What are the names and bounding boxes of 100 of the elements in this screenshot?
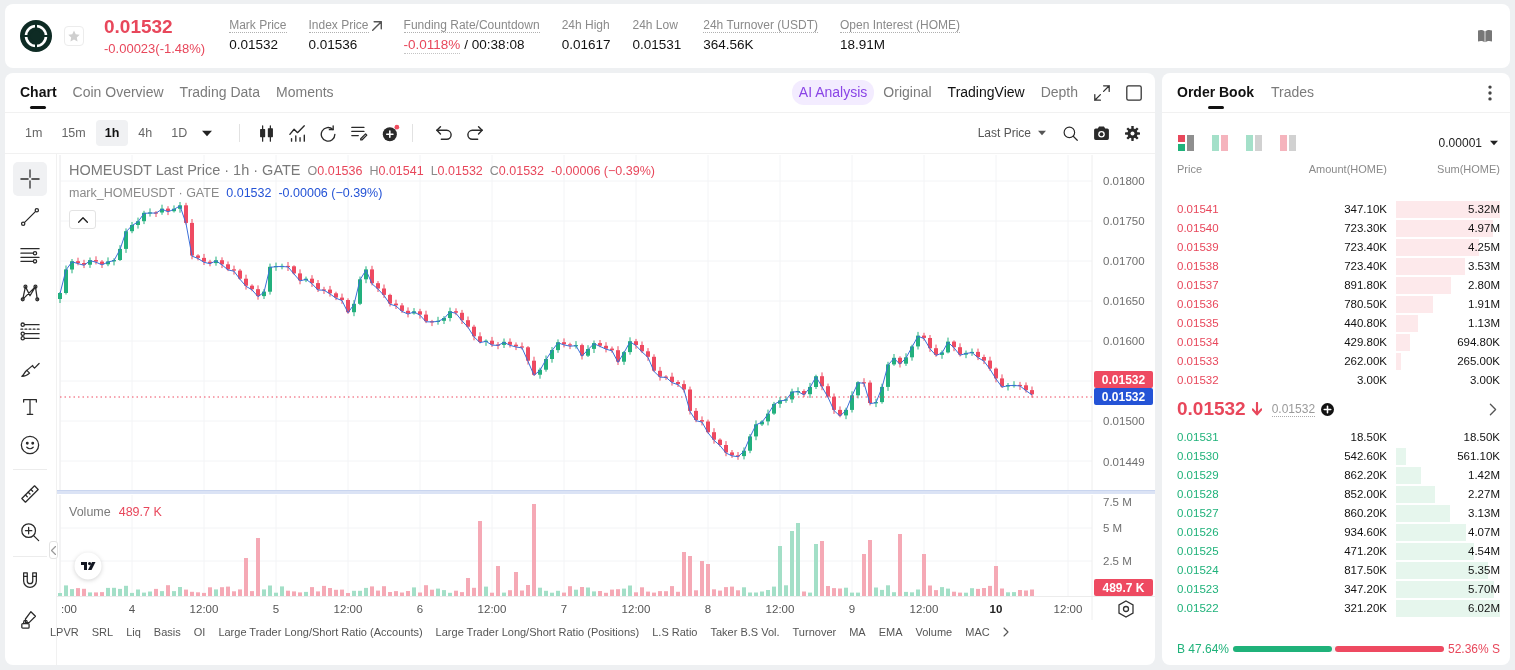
indicator-tab[interactable]: Turnover (792, 623, 837, 641)
rising-candle (214, 256, 218, 267)
bid-price[interactable]: 0.01529 (1177, 466, 1258, 485)
ask-price[interactable]: 0.01540 (1177, 219, 1258, 238)
indicator-tab[interactable]: Liq (126, 623, 141, 641)
columns-icon[interactable] (1178, 135, 1194, 151)
falling-candle (1024, 381, 1028, 394)
chevron-right-icon[interactable] (1489, 402, 1497, 416)
ask-price[interactable]: 0.01538 (1177, 257, 1258, 276)
collapse-legend-button[interactable] (69, 210, 96, 229)
falling-candle (520, 342, 524, 350)
collapse-handle[interactable] (49, 541, 58, 559)
bid-price[interactable]: 0.01530 (1177, 447, 1258, 466)
bid-price[interactable]: 0.01527 (1177, 504, 1258, 523)
book-icon[interactable] (1478, 29, 1492, 43)
chart-tab[interactable]: Moments (276, 73, 334, 112)
ai-analysis-tab[interactable]: AI Analysis (791, 80, 875, 105)
indicator-tab[interactable]: Large Trader Long/Short Ratio (Accounts) (218, 623, 423, 641)
rising-candle (808, 382, 812, 399)
interval-button[interactable]: 1m (16, 120, 52, 146)
bid-price[interactable]: 0.01524 (1177, 561, 1258, 580)
indicators-icon[interactable] (289, 124, 307, 142)
indicator-tab[interactable]: SRL (91, 623, 114, 641)
redo-icon[interactable] (466, 125, 483, 141)
chart-tab[interactable]: Coin Overview (72, 73, 164, 112)
interval-button[interactable]: 4h (129, 120, 162, 146)
ask-price[interactable]: 0.01541 (1177, 200, 1258, 219)
view-tab[interactable]: Depth (1040, 82, 1078, 103)
search-icon[interactable] (1063, 125, 1078, 141)
view-tab[interactable]: TradingView (947, 82, 1025, 103)
ask-price[interactable]: 0.01537 (1177, 276, 1258, 295)
ask-price[interactable]: 0.01536 (1177, 295, 1258, 314)
indicator-tab[interactable]: LPVR (50, 623, 79, 641)
ruler-icon[interactable] (20, 484, 40, 504)
indicator-tab[interactable]: Basis (153, 623, 181, 641)
interval-button[interactable]: 1D (162, 120, 197, 146)
depth-bar (1396, 448, 1406, 465)
indicator-tab[interactable]: MAC (965, 623, 990, 641)
bid-price[interactable]: 0.01522 (1177, 599, 1258, 618)
rising-candle (274, 262, 278, 272)
link-arrow-icon[interactable] (371, 20, 382, 31)
indicator-tab[interactable]: Taker B.S Vol. (710, 623, 780, 641)
bid-price[interactable]: 0.01525 (1177, 542, 1258, 561)
selected-tool-button[interactable] (13, 162, 47, 196)
bid-price[interactable]: 0.01523 (1177, 580, 1258, 599)
ask-price[interactable]: 0.01539 (1177, 238, 1258, 257)
camera-icon[interactable] (1094, 126, 1109, 140)
chart-tab[interactable]: Chart (20, 73, 57, 112)
candles-icon[interactable] (258, 124, 276, 142)
indicator-tab[interactable]: Large Trader Long/Short Ratio (Positions) (435, 623, 640, 641)
more-icon[interactable] (1488, 84, 1492, 101)
indicator-tab[interactable]: OI (193, 623, 206, 641)
column-header: Price (1177, 161, 1204, 177)
ask-price[interactable]: 0.01535 (1177, 314, 1258, 333)
falling-candle (724, 440, 728, 457)
expand-icon[interactable] (1094, 84, 1110, 101)
indicator-tab[interactable]: L.S Ratio (652, 623, 698, 641)
smiley-icon[interactable] (20, 435, 40, 455)
settings-icon[interactable] (1118, 600, 1134, 618)
indicator-tab[interactable]: Volume (915, 623, 953, 641)
replay-icon[interactable] (320, 124, 338, 142)
zoom-in-icon[interactable] (20, 522, 40, 542)
plus-circle-icon[interactable] (1321, 402, 1335, 416)
falling-candle (196, 253, 200, 261)
indicator-tab[interactable]: EMA (878, 623, 903, 641)
square-icon[interactable] (1126, 84, 1142, 101)
template-icon[interactable] (351, 124, 369, 142)
indicator-tab[interactable]: MA (849, 623, 866, 641)
pattern-icon[interactable] (20, 283, 40, 303)
bid-price[interactable]: 0.01528 (1177, 485, 1258, 504)
precision-dropdown[interactable]: 0.00001 (1438, 134, 1498, 152)
fib-lines-icon[interactable] (20, 321, 40, 341)
stat-label: 24h Low (632, 18, 678, 33)
trend-line-icon[interactable] (20, 207, 40, 227)
price-source-dropdown[interactable]: Last Price (977, 124, 1046, 142)
add-indicator-icon[interactable] (381, 124, 400, 142)
falling-candle (658, 366, 662, 382)
view-tab[interactable]: Original (883, 82, 932, 103)
caret-down-icon[interactable] (202, 129, 213, 137)
chart-tab[interactable]: Trading Data (179, 73, 260, 112)
volume-axis-label: 7.5 M (1103, 496, 1132, 508)
interval-button[interactable]: 1h (95, 120, 129, 146)
settings-icon[interactable] (1125, 125, 1140, 141)
magnet-icon[interactable] (20, 571, 40, 591)
interval-button[interactable]: 15m (52, 120, 95, 146)
ask-price[interactable]: 0.01533 (1177, 352, 1258, 371)
undo-icon[interactable] (435, 125, 452, 141)
bid-price[interactable]: 0.01526 (1177, 523, 1258, 542)
falling-candle (526, 345, 530, 366)
order-book-tab[interactable]: Trades (1271, 73, 1315, 112)
bid-price[interactable]: 0.01531 (1177, 428, 1258, 447)
rising-candle (136, 217, 140, 230)
price-change: -0.00023(-1.48%) (104, 40, 206, 57)
ask-price[interactable]: 0.01532 (1177, 371, 1258, 390)
ask-price[interactable]: 0.01534 (1177, 333, 1258, 352)
text-tool-icon[interactable] (20, 397, 40, 417)
horizontal-lines-icon[interactable] (20, 245, 40, 265)
price-axis-label: 0.01700 (1103, 255, 1145, 267)
order-book-tab[interactable]: Order Book (1177, 73, 1254, 112)
chevron-right-icon[interactable] (1002, 627, 1009, 637)
